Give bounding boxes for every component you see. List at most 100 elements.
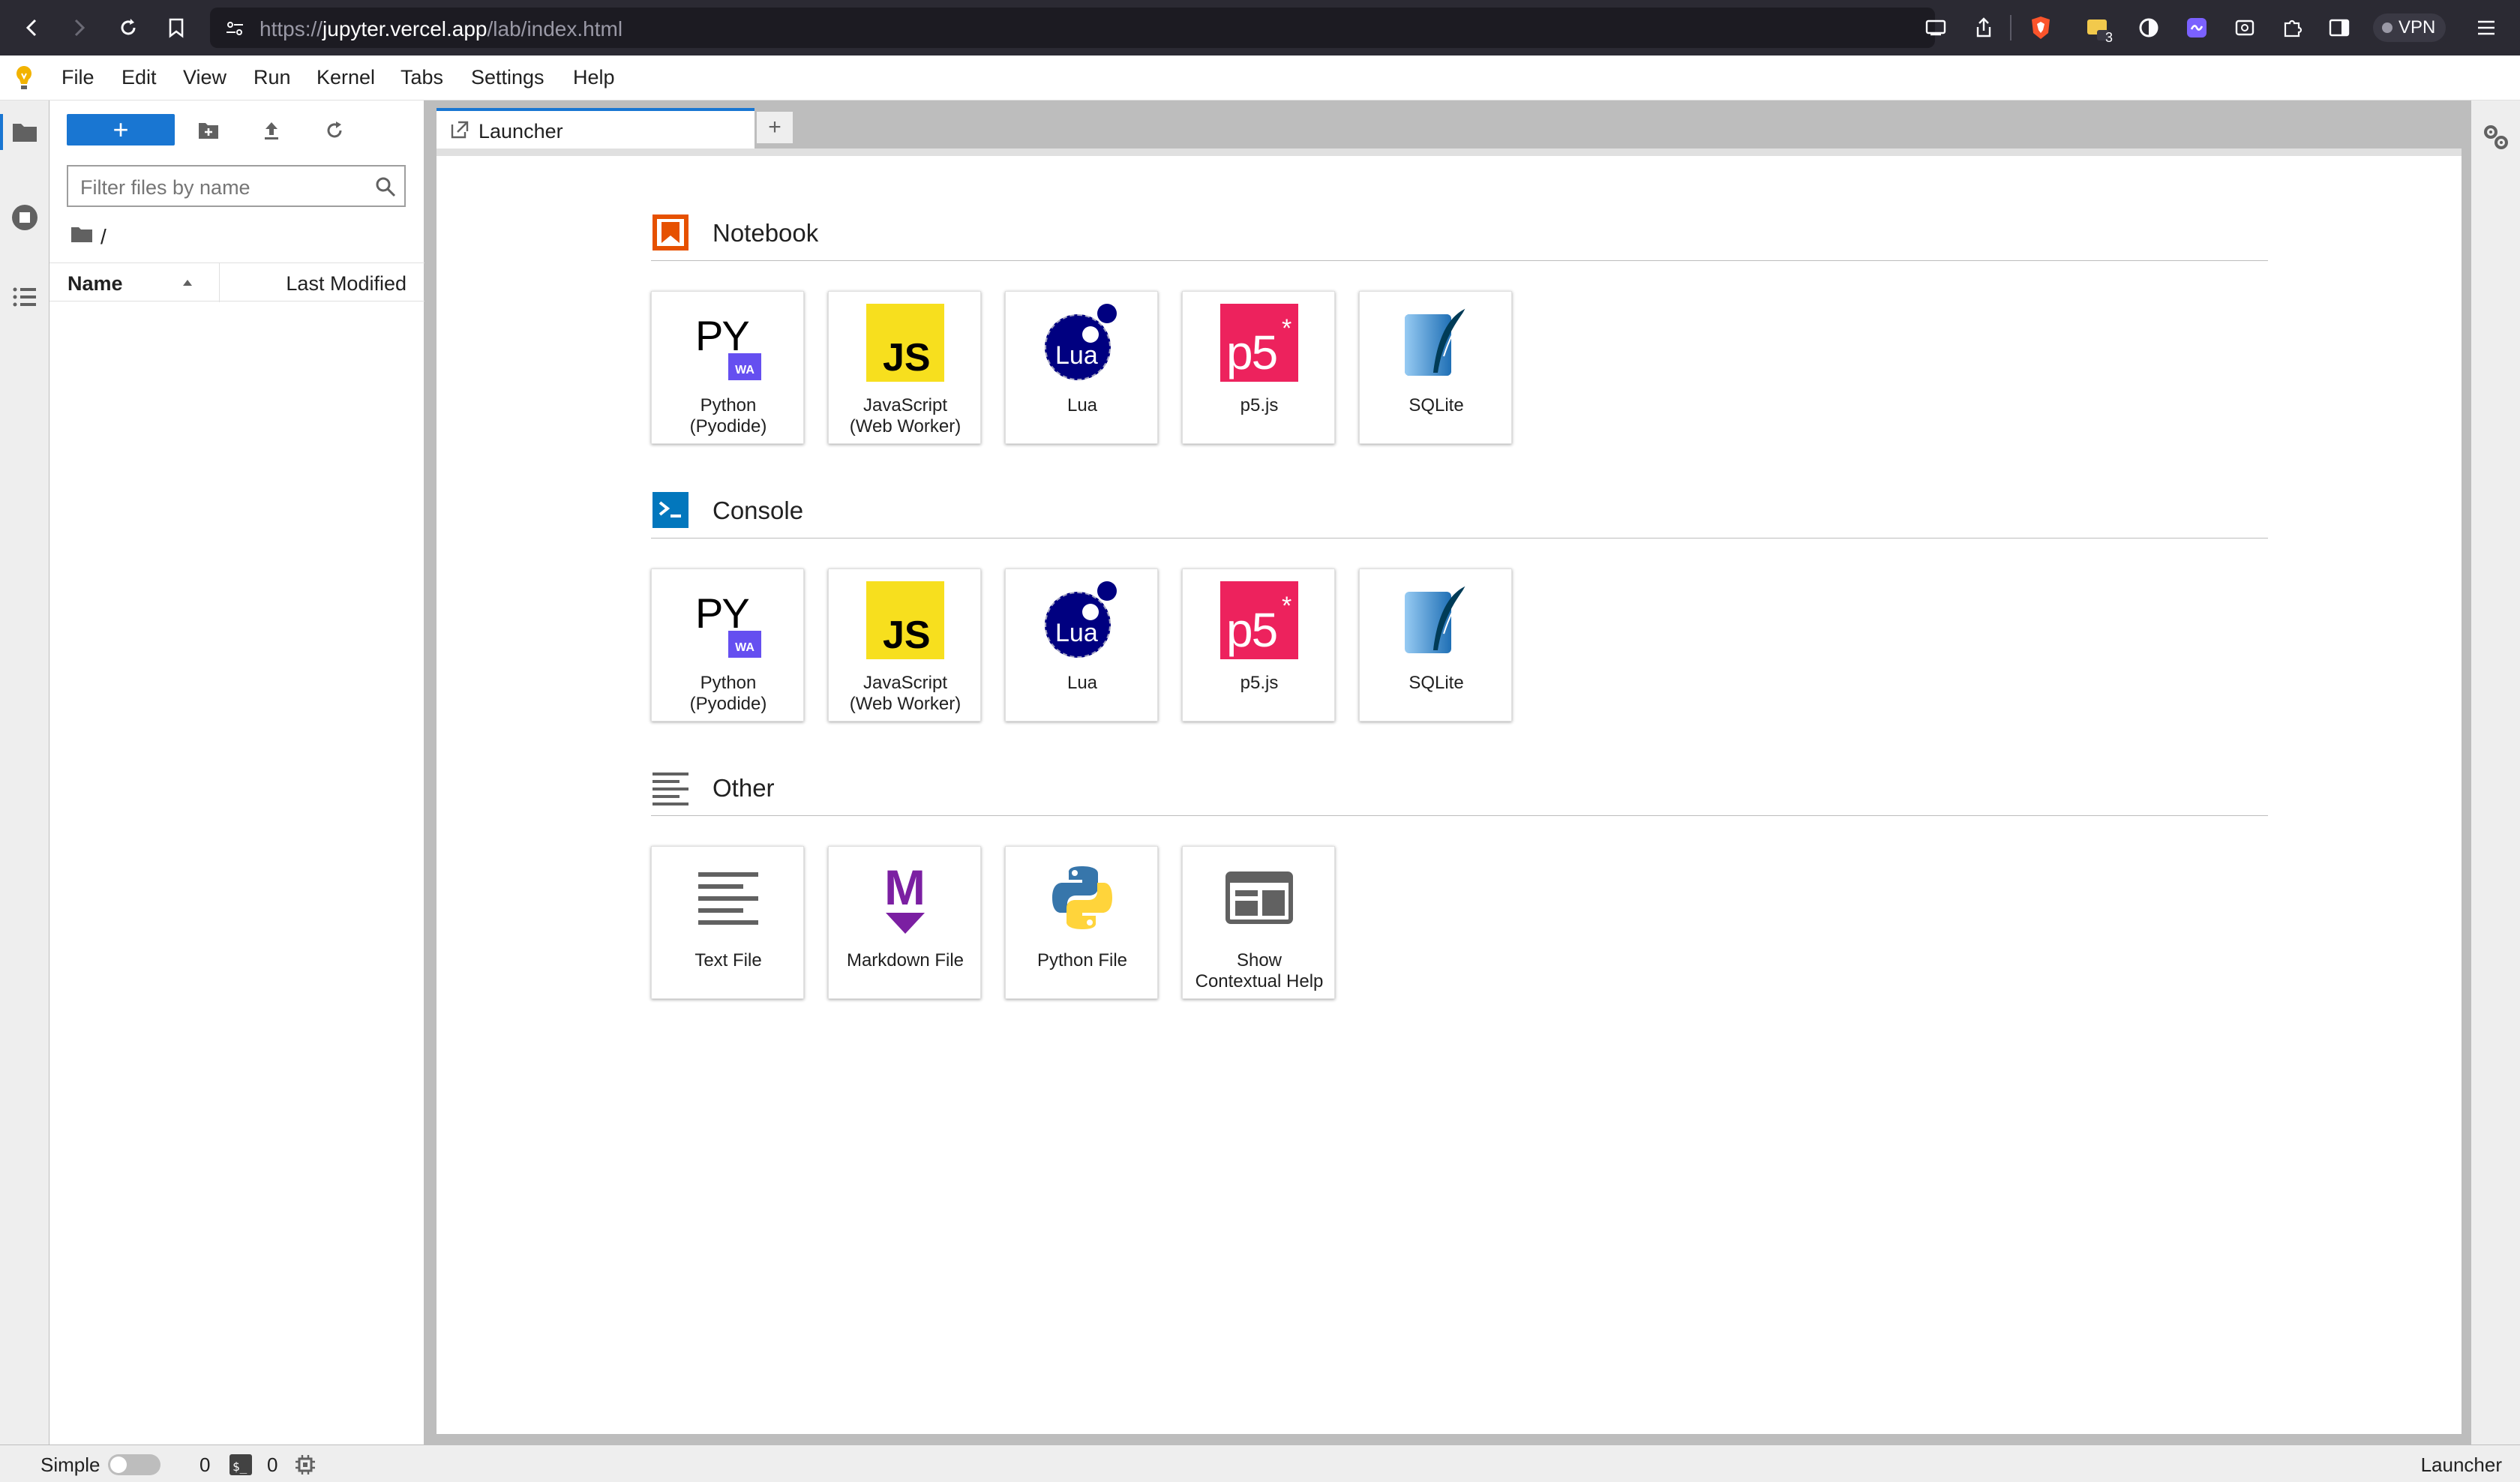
launcher-card-p5js[interactable]: p5 * p5.js bbox=[1182, 291, 1335, 444]
launcher-panel: Notebook PY WA Python (Pyodide) JS JavaS… bbox=[436, 148, 2462, 1434]
new-folder-icon[interactable] bbox=[194, 116, 224, 146]
launcher-card-markdown-file[interactable]: M Markdown File bbox=[828, 846, 981, 999]
javascript-logo: JS bbox=[866, 304, 944, 382]
cpu-chip-icon[interactable] bbox=[294, 1454, 316, 1476]
filter-files-input[interactable]: Filter files by name bbox=[67, 165, 406, 207]
column-divider[interactable] bbox=[219, 263, 220, 302]
back-icon[interactable] bbox=[16, 12, 48, 44]
card-label: JavaScript (Web Worker) bbox=[832, 395, 979, 437]
terminals-count[interactable]: 0 bbox=[267, 1454, 278, 1477]
right-activity-bar bbox=[2470, 100, 2520, 1444]
card-label-line2: (Pyodide) bbox=[689, 694, 767, 714]
bookmark-icon[interactable] bbox=[160, 12, 192, 44]
card-label-line2: (Web Worker) bbox=[849, 416, 962, 436]
launcher-card-python-pyodide[interactable]: PY WA Python (Pyodide) bbox=[651, 568, 804, 722]
card-label-line1: JavaScript bbox=[862, 395, 948, 416]
share-icon[interactable] bbox=[1968, 12, 2000, 44]
reload-icon[interactable] bbox=[112, 12, 144, 44]
sidebar-toggle-icon[interactable] bbox=[2324, 12, 2355, 44]
js-logo-text: JS bbox=[883, 336, 931, 380]
card-label-line1: Lua bbox=[1066, 395, 1098, 416]
toggle-knob bbox=[110, 1456, 127, 1473]
browser-menu-icon[interactable] bbox=[2470, 12, 2502, 44]
breadcrumb-root[interactable]: / bbox=[100, 225, 106, 249]
card-label-line1: JavaScript bbox=[862, 673, 948, 693]
python-pyodide-logo: PY WA bbox=[689, 581, 767, 659]
launcher-card-p5js[interactable]: p5 * p5.js bbox=[1182, 568, 1335, 722]
menu-help[interactable]: Help bbox=[573, 66, 615, 89]
new-launcher-button[interactable]: + bbox=[67, 114, 175, 146]
table-of-contents-icon[interactable] bbox=[7, 279, 43, 315]
add-tab-button[interactable]: + bbox=[756, 111, 794, 144]
menu-edit[interactable]: Edit bbox=[122, 66, 157, 89]
launcher-card-python-pyodide[interactable]: PY WA Python (Pyodide) bbox=[651, 291, 804, 444]
lua-logo-text: Lua bbox=[1055, 341, 1098, 370]
card-label: Show Contextual Help bbox=[1186, 950, 1333, 992]
search-icon bbox=[374, 176, 397, 198]
menu-settings[interactable]: Settings bbox=[471, 66, 544, 89]
menu-kernel[interactable]: Kernel bbox=[316, 66, 375, 89]
menu-view[interactable]: View bbox=[183, 66, 226, 89]
refresh-icon[interactable] bbox=[320, 116, 350, 146]
card-label-line1: Text File bbox=[694, 950, 762, 970]
launcher-card-python-file[interactable]: Python File bbox=[1005, 846, 1158, 999]
menu-file[interactable]: File bbox=[62, 66, 94, 89]
brave-shield-icon[interactable] bbox=[2025, 12, 2056, 44]
extension-notes-icon[interactable]: 3 bbox=[2082, 12, 2114, 45]
card-label: Python (Pyodide) bbox=[655, 395, 802, 437]
left-activity-bar bbox=[0, 100, 50, 1444]
file-browser-icon[interactable] bbox=[7, 114, 43, 150]
section-title: Notebook bbox=[712, 219, 819, 247]
property-inspector-icon[interactable] bbox=[2482, 123, 2510, 152]
screencast-icon[interactable] bbox=[1920, 12, 1952, 44]
launcher-card-javascript[interactable]: JS JavaScript (Web Worker) bbox=[828, 568, 981, 722]
extensions-puzzle-icon[interactable] bbox=[2277, 12, 2308, 44]
card-label-line1: p5.js bbox=[1240, 673, 1279, 693]
running-sessions-icon[interactable] bbox=[7, 200, 43, 236]
card-label-line1: Lua bbox=[1066, 673, 1098, 693]
menu-run[interactable]: Run bbox=[254, 66, 291, 89]
new-launcher-label: + bbox=[112, 114, 129, 145]
filter-placeholder: Filter files by name bbox=[80, 176, 250, 199]
card-label-line1: p5.js bbox=[1240, 395, 1279, 416]
launcher-card-lua[interactable]: Lua Lua bbox=[1005, 291, 1158, 444]
file-browser-panel: + Filter files by name / Name Last Modif… bbox=[50, 100, 424, 1444]
kernels-count[interactable]: 0 bbox=[200, 1454, 210, 1477]
launcher-card-text-file[interactable]: Text File bbox=[651, 846, 804, 999]
p5-logo-star: * bbox=[1282, 592, 1292, 620]
upload-icon[interactable] bbox=[256, 116, 286, 146]
card-label-line1: Python bbox=[700, 673, 757, 693]
sort-ascending-icon[interactable] bbox=[177, 272, 198, 293]
card-label-line1: SQLite bbox=[1408, 395, 1464, 416]
forward-icon[interactable] bbox=[63, 12, 94, 44]
menu-tabs[interactable]: Tabs bbox=[400, 66, 443, 89]
card-label: Text File bbox=[655, 950, 802, 971]
extension-wallet-icon[interactable] bbox=[2229, 12, 2260, 44]
vpn-button[interactable]: VPN bbox=[2373, 14, 2446, 42]
address-bar[interactable]: https://jupyter.vercel.app/lab/index.htm… bbox=[210, 8, 1935, 48]
extension-circle-icon[interactable] bbox=[2133, 12, 2164, 44]
card-label-line1: Show bbox=[1236, 950, 1282, 970]
launcher-card-contextual-help[interactable]: Show Contextual Help bbox=[1182, 846, 1335, 999]
column-modified-header[interactable]: Last Modified bbox=[286, 272, 406, 296]
card-label-line1: SQLite bbox=[1408, 673, 1464, 693]
breadcrumb[interactable]: / bbox=[70, 224, 106, 250]
simple-mode-toggle[interactable] bbox=[108, 1454, 160, 1475]
sqlite-logo bbox=[1397, 581, 1475, 659]
launcher-card-javascript[interactable]: JS JavaScript (Web Worker) bbox=[828, 291, 981, 444]
card-label: Lua bbox=[1009, 395, 1156, 416]
python-pyodide-logo: PY WA bbox=[689, 304, 767, 382]
launcher-card-lua[interactable]: Lua Lua bbox=[1005, 568, 1158, 722]
site-settings-icon[interactable] bbox=[225, 19, 244, 42]
markdown-m-text: M bbox=[884, 860, 926, 915]
terminal-icon[interactable]: $_ bbox=[230, 1454, 252, 1475]
url-scheme: https:// bbox=[260, 17, 323, 40]
lua-logo-text: Lua bbox=[1055, 619, 1098, 647]
tab-launcher[interactable]: Launcher bbox=[436, 108, 754, 150]
vpn-label: VPN bbox=[2398, 17, 2436, 38]
launcher-card-sqlite[interactable]: SQLite bbox=[1359, 568, 1512, 722]
column-name-header[interactable]: Name bbox=[68, 272, 123, 296]
extension-purple-icon[interactable] bbox=[2181, 12, 2212, 44]
wa-badge: WA bbox=[728, 631, 761, 658]
launcher-card-sqlite[interactable]: SQLite bbox=[1359, 291, 1512, 444]
